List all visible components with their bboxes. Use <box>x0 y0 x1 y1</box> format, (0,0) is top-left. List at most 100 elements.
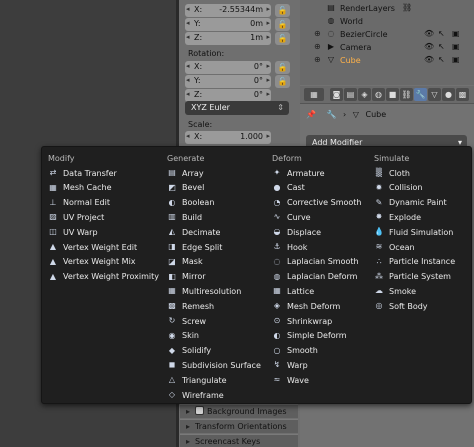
menu-item-mirror[interactable]: ◧ Mirror <box>167 270 206 284</box>
menu-item-smoke[interactable]: ☁ Smoke <box>374 284 416 298</box>
menu-item-laplacian-deform[interactable]: ◍ Laplacian Deform <box>272 270 358 284</box>
scale-x-field[interactable]: X: 1.000 <box>185 131 271 144</box>
menu-item-ocean[interactable]: ≋ Ocean <box>374 240 415 254</box>
render-icon[interactable]: ▣ <box>452 29 460 38</box>
expand-icon[interactable]: ⊕ <box>314 42 321 51</box>
eye-icon[interactable]: 👁 <box>424 55 434 64</box>
menu-item-label: Subdivision Surface <box>182 360 261 370</box>
menu-item-smooth[interactable]: ○ Smooth <box>272 344 318 358</box>
menu-item-cloth[interactable]: ▒ Cloth <box>374 166 410 180</box>
lock-icon[interactable]: 🔓 <box>275 18 290 31</box>
expand-icon[interactable]: ⊕ <box>314 29 321 38</box>
menu-item-collision[interactable]: ✹ Collision <box>374 181 423 195</box>
menu-item-lattice[interactable]: ▦ Lattice <box>272 284 314 298</box>
rotation-mode-select[interactable]: XYZ Euler ⇕ <box>185 101 289 115</box>
location-y-field[interactable]: Y: 0m <box>185 18 271 31</box>
outliner-row-renderlayers[interactable]: ▤ RenderLayers ⛓ <box>310 3 474 16</box>
menu-item-wave[interactable]: ≈ Wave <box>272 373 309 387</box>
link-icon[interactable]: ⛓ <box>402 3 412 12</box>
checkbox[interactable] <box>195 406 204 415</box>
outliner-row-camera[interactable]: ⊕ ▶ Camera 👁 ↖ ▣ <box>310 42 474 55</box>
object-tab-icon[interactable]: ■ <box>386 88 399 101</box>
menu-item-shrinkwrap[interactable]: ⊙ Shrinkwrap <box>272 314 333 328</box>
menu-item-warp[interactable]: ↯ Warp <box>272 358 308 372</box>
menu-item-normal-edit[interactable]: ⊥ Normal Edit <box>48 196 110 210</box>
menu-item-subdivision-surface[interactable]: ◼ Subdivision Surface <box>167 358 261 372</box>
menu-item-label: Wireframe <box>182 390 224 400</box>
menu-item-decimate[interactable]: ◭ Decimate <box>167 225 221 239</box>
menu-item-hook[interactable]: ⚓ Hook <box>272 240 307 254</box>
pin-icon[interactable]: 📌 <box>306 110 316 119</box>
menu-item-mask[interactable]: ◪ Mask <box>167 255 202 269</box>
constraints-tab-icon[interactable]: ⛓ <box>400 88 413 101</box>
data-tab-icon[interactable]: ▽ <box>428 88 441 101</box>
menu-item-particle-system[interactable]: ⁂ Particle System <box>374 270 451 284</box>
rotation-y-field[interactable]: Y: 0° <box>185 75 271 88</box>
menu-item-boolean[interactable]: ◐ Boolean <box>167 196 215 210</box>
menu-item-build[interactable]: ▥ Build <box>167 210 202 224</box>
menu-item-label: Mirror <box>182 272 206 282</box>
menu-item-array[interactable]: ▤ Array <box>167 166 203 180</box>
menu-item-solidify[interactable]: ◆ Solidify <box>167 344 211 358</box>
menu-item-soft-body[interactable]: ◎ Soft Body <box>374 299 428 313</box>
menu-item-screw[interactable]: ↻ Screw <box>167 314 206 328</box>
menu-item-simple-deform[interactable]: ◐ Simple Deform <box>272 329 347 343</box>
menu-item-dynamic-paint[interactable]: ✎ Dynamic Paint <box>374 196 447 210</box>
texture-tab-icon[interactable]: ▩ <box>456 88 469 101</box>
lock-icon[interactable]: 🔓 <box>275 75 290 88</box>
menu-item-mesh-cache[interactable]: ▦ Mesh Cache <box>48 181 111 195</box>
cursor-icon[interactable]: ↖ <box>438 55 445 64</box>
cursor-icon[interactable]: ↖ <box>438 29 445 38</box>
menu-item-armature[interactable]: ✦ Armature <box>272 166 325 180</box>
eye-icon[interactable]: 👁 <box>424 29 434 38</box>
outliner-row-world[interactable]: ◍ World <box>310 16 474 29</box>
location-y-value: 0m <box>250 19 263 28</box>
menu-item-corrective-smooth[interactable]: ◔ Corrective Smooth <box>272 196 362 210</box>
menu-item-vertex-weight-proximity[interactable]: ▲ Vertex Weight Proximity <box>48 270 159 284</box>
cursor-icon[interactable]: ↖ <box>438 42 445 51</box>
menu-item-cast[interactable]: ● Cast <box>272 181 305 195</box>
menu-item-skin[interactable]: ◉ Skin <box>167 329 200 343</box>
background-images-section[interactable]: ▸ Background Images <box>180 404 298 418</box>
menu-item-multiresolution[interactable]: ▦ Multiresolution <box>167 284 241 298</box>
outliner-row-beziercircle[interactable]: ⊕ ◌ BezierCircle 👁 ↖ ▣ <box>310 29 474 42</box>
menu-item-uv-project[interactable]: ▨ UV Project <box>48 210 104 224</box>
render-icon[interactable]: ▣ <box>452 42 460 51</box>
menu-item-uv-warp[interactable]: ◫ UV Warp <box>48 225 97 239</box>
render-icon[interactable]: ▣ <box>452 55 460 64</box>
location-x-field[interactable]: X: -2.55344m <box>185 4 271 17</box>
location-z-field[interactable]: Z: 1m <box>185 32 271 45</box>
material-tab-icon[interactable]: ● <box>442 88 455 101</box>
menu-item-mesh-deform[interactable]: ◈ Mesh Deform <box>272 299 340 313</box>
menu-item-laplacian-smooth[interactable]: ◌ Laplacian Smooth <box>272 255 359 269</box>
transform-orientations-section[interactable]: ▸ Transform Orientations <box>180 419 298 433</box>
menu-item-displace[interactable]: ◒ Displace <box>272 225 322 239</box>
lock-icon[interactable]: 🔓 <box>275 32 290 45</box>
menu-item-data-transfer[interactable]: ⇄ Data Transfer <box>48 166 117 180</box>
menu-item-remesh[interactable]: ▩ Remesh <box>167 299 214 313</box>
menu-item-explode[interactable]: ✸ Explode <box>374 210 421 224</box>
expand-icon[interactable]: ⊕ <box>314 55 321 64</box>
outliner-row-cube[interactable]: ⊕ ▽ Cube 👁 ↖ ▣ <box>310 55 474 68</box>
menu-item-vertex-weight-mix[interactable]: ▲ Vertex Weight Mix <box>48 255 136 269</box>
menu-item-edge-split[interactable]: ◨ Edge Split <box>167 240 222 254</box>
menu-item-wireframe[interactable]: ◇ Wireframe <box>167 388 224 402</box>
screencast-keys-section[interactable]: ▸ Screencast Keys <box>180 434 298 447</box>
render-tab-icon[interactable]: ◙ <box>330 88 343 101</box>
lock-icon[interactable]: 🔓 <box>275 4 290 17</box>
rotation-x-field[interactable]: X: 0° <box>185 61 271 74</box>
menu-item-triangulate[interactable]: △ Triangulate <box>167 373 227 387</box>
menu-item-particle-instance[interactable]: ∴ Particle Instance <box>374 255 455 269</box>
modifiers-tab-icon[interactable]: 🔧 <box>414 88 427 101</box>
editor-type-icon[interactable]: ▦ <box>304 88 324 101</box>
menu-item-label: Explode <box>389 212 421 222</box>
menu-item-fluid-simulation[interactable]: 💧 Fluid Simulation <box>374 225 453 239</box>
scene-tab-icon[interactable]: ◈ <box>358 88 371 101</box>
menu-item-curve[interactable]: ∿ Curve <box>272 210 311 224</box>
renderlayers-tab-icon[interactable]: ▤ <box>344 88 357 101</box>
world-tab-icon[interactable]: ◍ <box>372 88 385 101</box>
eye-icon[interactable]: 👁 <box>424 42 434 51</box>
menu-item-bevel[interactable]: ◩ Bevel <box>167 181 204 195</box>
menu-item-vertex-weight-edit[interactable]: ▲ Vertex Weight Edit <box>48 240 137 254</box>
lock-icon[interactable]: 🔓 <box>275 61 290 74</box>
